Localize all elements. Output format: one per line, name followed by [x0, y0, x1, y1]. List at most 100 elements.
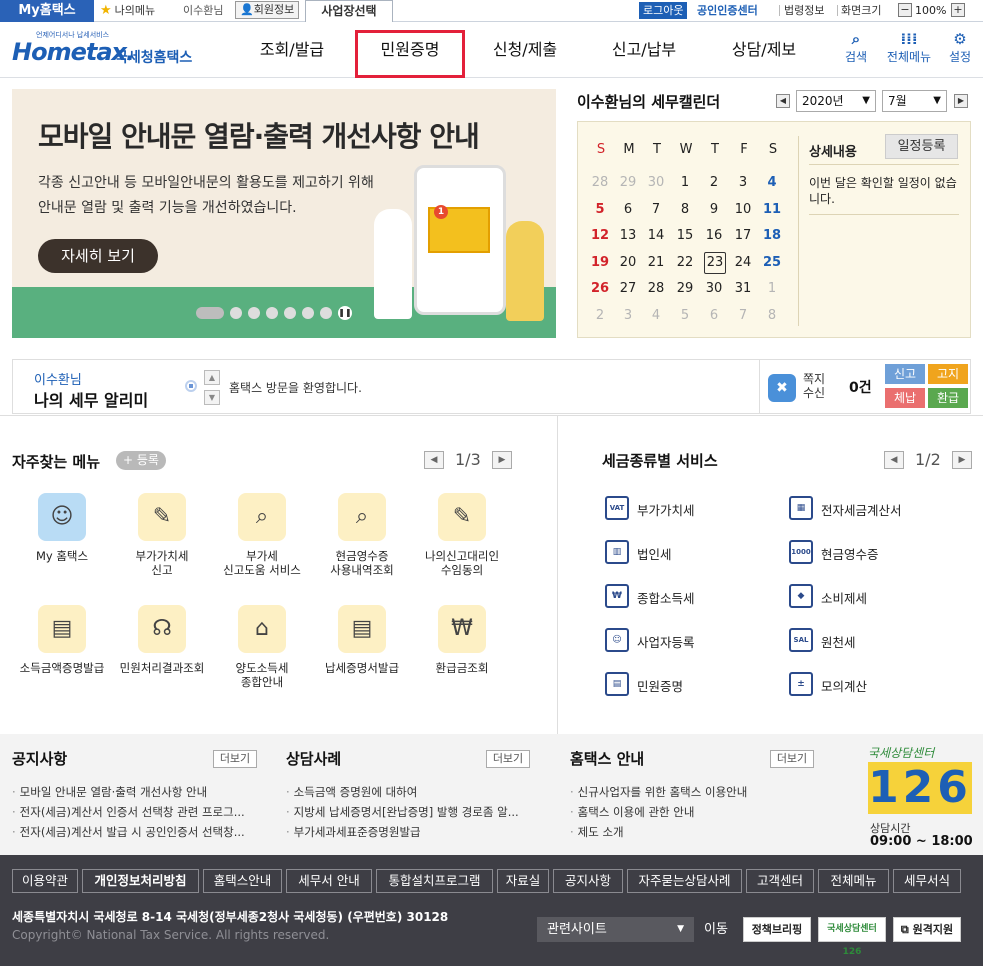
pager-dot[interactable]	[284, 306, 296, 319]
favorite-item[interactable]: ✎ 나의신고대리인 수임동의	[412, 493, 512, 577]
calendar-day[interactable]: 18	[758, 228, 786, 244]
footer-link[interactable]: 자료실	[497, 869, 549, 893]
all-menu-button[interactable]: ⁞⁞⁞ 전체메뉴	[881, 30, 937, 65]
guide-more-button[interactable]: 더보기	[770, 750, 814, 768]
logout-button[interactable]: 로그아웃	[639, 2, 688, 19]
favorites-next-button[interactable]: ▶	[492, 451, 512, 469]
calendar-day[interactable]: 8	[758, 308, 786, 324]
calendar-day[interactable]: 15	[671, 228, 699, 244]
tax-service-item[interactable]: ☺ 사업자등록	[605, 628, 765, 652]
tax-services-prev-button[interactable]: ◀	[884, 451, 904, 469]
calendar-day[interactable]: 28	[642, 281, 670, 297]
calendar-day[interactable]: 8	[671, 202, 699, 218]
guide-item[interactable]: 제도 소개	[570, 824, 830, 840]
search-button[interactable]: ⌕ 검색	[838, 30, 874, 65]
calendar-day[interactable]: 19	[586, 255, 614, 271]
remote-support-button[interactable]: ⧉ 원격지원	[893, 917, 961, 942]
calendar-day[interactable]: 5	[671, 308, 699, 324]
note-count[interactable]: 0건	[849, 377, 872, 397]
main-banner[interactable]: 모바일 안내문 열람·출력 개선사항 안내 각종 신고안내 등 모바일안내문의 …	[12, 89, 556, 338]
zoom-in-button[interactable]: +	[951, 3, 965, 17]
policy-briefing-button[interactable]: 정책브리핑	[743, 917, 811, 942]
calendar-day[interactable]: 31	[729, 281, 757, 297]
notice-button[interactable]: 고지	[928, 364, 968, 384]
zoom-out-button[interactable]: −	[898, 3, 912, 17]
footer-link[interactable]: 세무서 안내	[286, 869, 372, 893]
favorite-item[interactable]: ₩ 환급금조회	[412, 605, 512, 675]
calendar-next-button[interactable]: ▶	[954, 94, 968, 108]
apply-button[interactable]: 신고	[885, 364, 925, 384]
footer-link[interactable]: 통합설치프로그램	[376, 869, 493, 893]
counsel-more-button[interactable]: 더보기	[486, 750, 530, 768]
calendar-day[interactable]: 24	[729, 255, 757, 271]
calendar-day[interactable]: 11	[758, 202, 786, 218]
calendar-day[interactable]: 14	[642, 228, 670, 244]
tax-service-item[interactable]: ₩ 종합소득세	[605, 584, 765, 608]
calendar-day[interactable]: 7	[729, 308, 757, 324]
calendar-day[interactable]: 25	[758, 255, 786, 271]
calendar-day[interactable]: 10	[729, 202, 757, 218]
scroll-down-button[interactable]: ▼	[204, 390, 220, 405]
favorite-item[interactable]: ▤ 납세증명서발급	[312, 605, 412, 675]
hometax-logo[interactable]: 언제어디서나 납세서비스 Hometax. 국세청홈택스	[12, 30, 202, 70]
pager-dot[interactable]	[196, 306, 224, 319]
business-select-tab[interactable]: 사업장선택	[305, 0, 393, 22]
notice-more-button[interactable]: 더보기	[213, 750, 257, 768]
tax-service-item[interactable]: ▥ 법인세	[605, 540, 765, 564]
footer-link[interactable]: 세무서식	[893, 869, 961, 893]
favorite-item[interactable]: ▤ 소득금액증명발급	[12, 605, 112, 675]
calendar-day[interactable]: 2	[700, 175, 728, 191]
counsel-item[interactable]: 부가세과세표준증명원발급	[286, 824, 546, 840]
footer-link[interactable]: 개인정보처리방침	[82, 869, 199, 893]
counsel-item[interactable]: 소득금액 증명원에 대하여	[286, 784, 546, 800]
calendar-day[interactable]: 13	[614, 228, 642, 244]
tax-counsel-center[interactable]: 국세상담센터 126 상담시간 09:00 ~ 18:00	[866, 740, 976, 850]
tax-service-item[interactable]: 1000 현금영수증	[789, 540, 949, 564]
calendar-day[interactable]: 4	[642, 308, 670, 324]
footer-link[interactable]: 전체메뉴	[818, 869, 889, 893]
calendar-month-select[interactable]: 7월 ▼	[882, 90, 947, 112]
my-menu-link[interactable]: ★ 나의메뉴	[100, 3, 155, 19]
favorite-item[interactable]: ⌂ 양도소득세 종합안내	[212, 605, 312, 689]
calendar-day[interactable]: 20	[614, 255, 642, 271]
register-schedule-button[interactable]: 일정등록	[885, 134, 958, 159]
footer-link[interactable]: 고객센터	[746, 869, 814, 893]
arrears-button[interactable]: 체납	[885, 388, 925, 408]
calendar-day[interactable]: 1	[758, 281, 786, 297]
footer-link[interactable]: 홈택스안내	[203, 869, 282, 893]
calendar-prev-button[interactable]: ◀	[776, 94, 790, 108]
pager-dot[interactable]	[230, 306, 242, 319]
calendar-day[interactable]: 3	[614, 308, 642, 324]
favorite-item[interactable]: ⌕ 현금영수증 사용내역조회	[312, 493, 412, 577]
member-info-button[interactable]: 👤회원정보	[235, 1, 300, 19]
calendar-day[interactable]: 1	[671, 175, 699, 191]
calendar-day[interactable]: 27	[614, 281, 642, 297]
gnb-filing-payment[interactable]: 신고/납부	[589, 22, 699, 78]
gnb-application[interactable]: 신청/제출	[470, 22, 580, 78]
favorite-item[interactable]: ⌕ 부가세 신고도움 서비스	[212, 493, 312, 577]
guide-item[interactable]: 홈택스 이용에 관한 안내	[570, 804, 830, 820]
calendar-day[interactable]: 23	[704, 251, 726, 274]
gnb-inquiry[interactable]: 조회/발급	[237, 22, 347, 78]
calendar-day[interactable]: 16	[700, 228, 728, 244]
pager-dot[interactable]	[248, 306, 260, 319]
tax-service-item[interactable]: ▤ 민원증명	[605, 672, 765, 696]
pager-dot[interactable]	[320, 306, 332, 319]
tax-service-item[interactable]: SAL 원천세	[789, 628, 949, 652]
calendar-day[interactable]: 4	[758, 175, 786, 191]
favorite-item[interactable]: ☺ My 홈택스	[12, 493, 112, 563]
refund-button[interactable]: 환급	[928, 388, 968, 408]
gnb-civil-certificate[interactable]: 민원증명	[355, 22, 465, 78]
calendar-day[interactable]: 29	[614, 175, 642, 191]
settings-button[interactable]: ⚙ 설정	[942, 30, 978, 65]
favorite-item[interactable]: ☊ 민원처리결과조회	[112, 605, 212, 675]
pause-icon[interactable]: ❚❚	[338, 305, 352, 320]
related-sites-select[interactable]: 관련사이트 ▼	[537, 917, 694, 942]
tax-service-item[interactable]: ▦ 전자세금계산서	[789, 496, 949, 520]
pager-dot[interactable]	[266, 306, 278, 319]
tax-services-next-button[interactable]: ▶	[952, 451, 972, 469]
calendar-day[interactable]: 9	[700, 202, 728, 218]
notice-item[interactable]: 전자(세금)계산서 발급 시 공인인증서 선택창...	[12, 824, 272, 840]
calendar-year-select[interactable]: 2020년 ▼	[796, 90, 876, 112]
calendar-day[interactable]: 3	[729, 175, 757, 191]
